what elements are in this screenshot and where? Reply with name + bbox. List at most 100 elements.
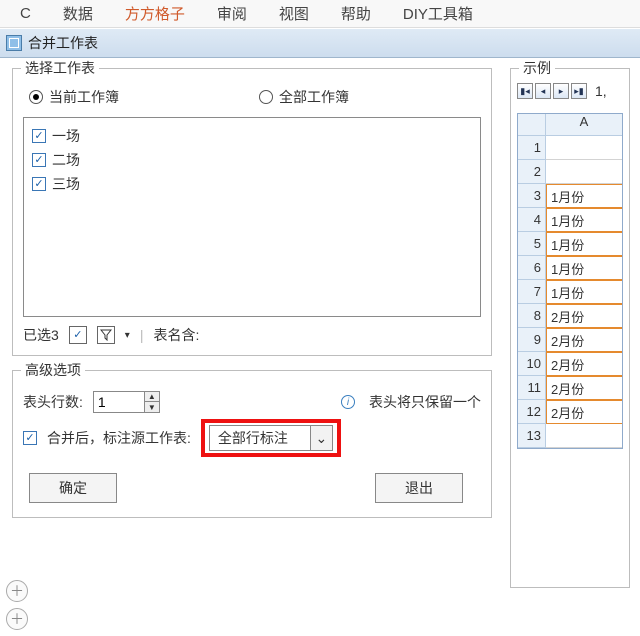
row-header: 7: [518, 280, 546, 304]
table-row: 2: [518, 160, 622, 184]
radio-dot-icon: [259, 90, 273, 104]
row-header: 6: [518, 256, 546, 280]
radio-current-workbook[interactable]: 当前工作簿: [29, 87, 119, 107]
nav-text: 1,: [595, 83, 607, 99]
checkbox-icon[interactable]: [32, 153, 46, 167]
row-header: 1: [518, 136, 546, 160]
cell: 1月份: [546, 184, 622, 208]
ok-button[interactable]: 确定: [29, 473, 117, 503]
cell: 2月份: [546, 352, 622, 376]
nav-first-icon[interactable]: ▮◂: [517, 83, 533, 99]
header-rows-label: 表头行数:: [23, 392, 83, 412]
col-header-a: A: [546, 114, 622, 136]
row-header: 3: [518, 184, 546, 208]
sheet-listbox[interactable]: 一场 二场 三场: [23, 117, 481, 317]
table-row: 102月份: [518, 352, 622, 376]
cell: [546, 160, 622, 184]
menu-c[interactable]: C: [4, 5, 47, 22]
toggle-all-checkbox-icon[interactable]: [69, 326, 87, 344]
row-header: 10: [518, 352, 546, 376]
cell: 1月份: [546, 232, 622, 256]
header-rows-input[interactable]: [94, 392, 144, 412]
menu-fangfang[interactable]: 方方格子: [109, 3, 201, 24]
name-contains-label: 表名含:: [153, 325, 199, 345]
group-title-advanced: 高级选项: [21, 360, 85, 380]
merge-after-checkbox[interactable]: [23, 431, 37, 445]
radio-label-current: 当前工作簿: [49, 87, 119, 107]
table-row: 112月份: [518, 376, 622, 400]
app-icon: [6, 35, 22, 51]
table-row: 61月份: [518, 256, 622, 280]
table-row: 1: [518, 136, 622, 160]
table-row: 71月份: [518, 280, 622, 304]
table-row: 41月份: [518, 208, 622, 232]
cell: 2月份: [546, 376, 622, 400]
row-header: 13: [518, 424, 546, 448]
source-mode-combo[interactable]: 全部行标注 ⌄: [209, 425, 333, 451]
selected-count: 已选3: [23, 325, 59, 345]
add-button[interactable]: ＋: [6, 580, 28, 602]
checkbox-icon[interactable]: [32, 177, 46, 191]
cell: 1月份: [546, 280, 622, 304]
row-header: 4: [518, 208, 546, 232]
dialog-title: 合并工作表: [28, 33, 98, 53]
list-item-label: 二场: [52, 150, 80, 170]
menubar: C 数据 方方格子 审阅 视图 帮助 DIY工具箱: [0, 0, 640, 28]
cell: 2月份: [546, 304, 622, 328]
cell: 1月份: [546, 208, 622, 232]
list-statusbar: 已选3 ▾ | 表名含:: [23, 325, 481, 345]
list-item[interactable]: 一场: [32, 124, 472, 148]
header-tip: 表头将只保留一个: [369, 392, 481, 412]
nav-last-icon[interactable]: ▸▮: [571, 83, 587, 99]
menu-data[interactable]: 数据: [47, 3, 109, 24]
list-item-label: 一场: [52, 126, 80, 146]
group-title-select: 选择工作表: [21, 58, 99, 78]
spin-up-icon[interactable]: ▲: [145, 392, 159, 402]
filter-icon[interactable]: [97, 326, 115, 344]
checkbox-icon[interactable]: [32, 129, 46, 143]
example-sheet: A 1231月份41月份51月份61月份71月份82月份92月份102月份112…: [517, 113, 623, 449]
row-header: 11: [518, 376, 546, 400]
highlight-box: 全部行标注 ⌄: [201, 419, 341, 457]
cell: [546, 424, 622, 448]
chevron-down-icon[interactable]: ▾: [125, 330, 130, 341]
list-item-label: 三场: [52, 174, 80, 194]
spin-down-icon[interactable]: ▼: [145, 402, 159, 412]
radio-all-workbooks[interactable]: 全部工作簿: [259, 87, 349, 107]
nav-prev-icon[interactable]: ◂: [535, 83, 551, 99]
advanced-options-group: 高级选项 表头行数: ▲ ▼ i 表头将只保留一个 合并后，标注源工作表:: [12, 370, 492, 518]
row-header: 9: [518, 328, 546, 352]
nav-next-icon[interactable]: ▸: [553, 83, 569, 99]
header-rows-spinner[interactable]: ▲ ▼: [93, 391, 160, 413]
row-header: 2: [518, 160, 546, 184]
corner-cell: [518, 114, 546, 136]
group-title-example: 示例: [519, 58, 555, 78]
cell: [546, 136, 622, 160]
cell: 2月份: [546, 400, 622, 424]
menu-view[interactable]: 视图: [263, 3, 325, 24]
table-row: 122月份: [518, 400, 622, 424]
cell: 2月份: [546, 328, 622, 352]
radio-label-all: 全部工作簿: [279, 87, 349, 107]
cell: 1月份: [546, 256, 622, 280]
example-navbar: ▮◂ ◂ ▸ ▸▮ 1,: [517, 83, 623, 99]
menu-review[interactable]: 审阅: [201, 3, 263, 24]
row-header: 12: [518, 400, 546, 424]
menu-diy[interactable]: DIY工具箱: [387, 3, 489, 24]
dialog-titlebar: 合并工作表: [0, 28, 640, 58]
row-header: 5: [518, 232, 546, 256]
add-button[interactable]: ＋: [6, 608, 28, 630]
list-item[interactable]: 二场: [32, 148, 472, 172]
info-icon: i: [341, 395, 355, 409]
row-header: 8: [518, 304, 546, 328]
table-row: 31月份: [518, 184, 622, 208]
table-row: 82月份: [518, 304, 622, 328]
table-row: 92月份: [518, 328, 622, 352]
list-item[interactable]: 三场: [32, 172, 472, 196]
example-group: 示例 ▮◂ ◂ ▸ ▸▮ 1, A 1231月份41月份51月份61月份71月份…: [510, 68, 630, 588]
combo-value: 全部行标注: [210, 428, 310, 448]
cancel-button[interactable]: 退出: [375, 473, 463, 503]
menu-help[interactable]: 帮助: [325, 3, 387, 24]
chevron-down-icon[interactable]: ⌄: [310, 426, 332, 450]
select-sheets-group: 选择工作表 当前工作簿 全部工作簿 一场 二场: [12, 68, 492, 356]
